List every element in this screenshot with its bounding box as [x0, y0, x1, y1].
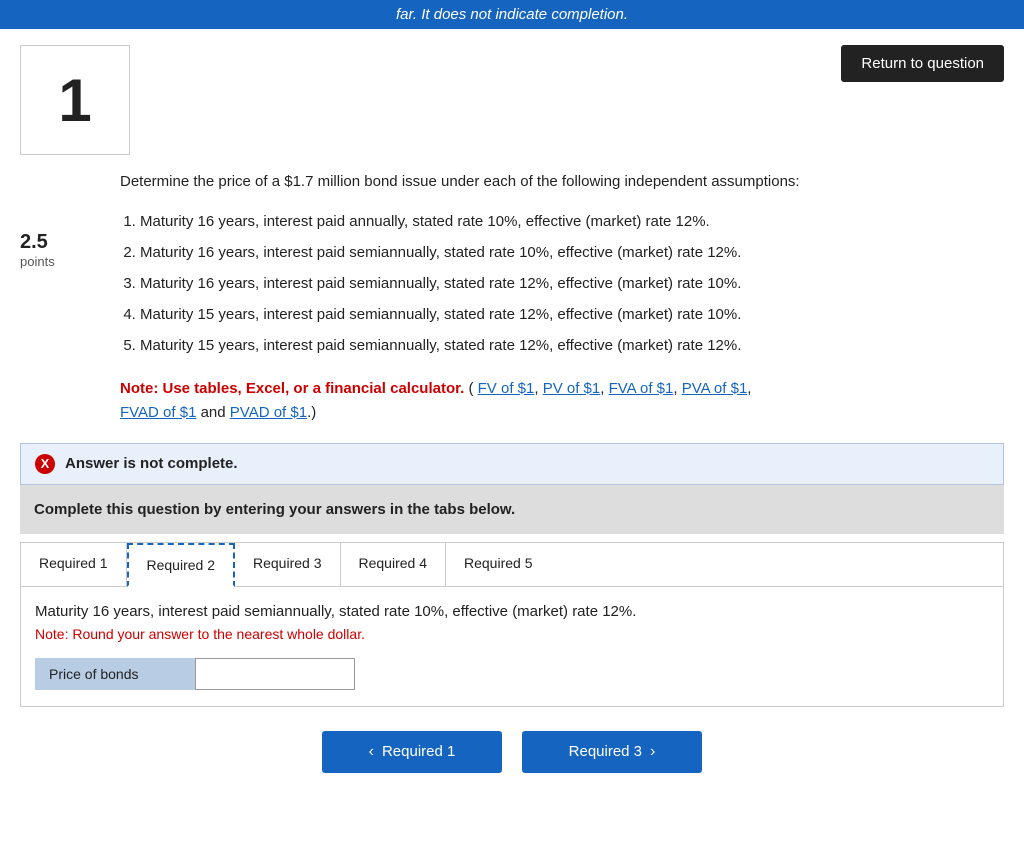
tab-content-note: Note: Round your answer to the nearest w…	[35, 626, 989, 642]
list-item: Maturity 15 years, interest paid semiann…	[140, 301, 1004, 328]
list-item: Maturity 15 years, interest paid semiann…	[140, 332, 1004, 359]
list-item: Maturity 16 years, interest paid annuall…	[140, 208, 1004, 235]
input-row: Price of bonds	[35, 658, 989, 690]
note-bold-text: Note: Use tables, Excel, or a financial …	[120, 380, 464, 397]
list-item: Maturity 16 years, interest paid semiann…	[140, 239, 1004, 266]
prev-button-label: Required 1	[382, 743, 455, 760]
fv-link[interactable]: FV of $1	[478, 380, 535, 397]
tab-required-2[interactable]: Required 2	[127, 543, 236, 587]
price-of-bonds-label: Price of bonds	[35, 658, 195, 690]
points-value: 2.5	[20, 231, 120, 254]
tab-required-3[interactable]: Required 3	[235, 543, 341, 586]
complete-instruction-box: Complete this question by entering your …	[20, 485, 1004, 534]
comma4: ,	[747, 380, 751, 397]
assumptions-list: Maturity 16 years, interest paid annuall…	[140, 208, 1004, 359]
tab-required-4[interactable]: Required 4	[341, 543, 447, 586]
top-bar-text: far. It does not indicate completion.	[396, 6, 628, 23]
comma3: ,	[673, 380, 681, 397]
tab-required-1[interactable]: Required 1	[21, 543, 127, 586]
pvad-link[interactable]: PVAD of $1	[230, 404, 307, 421]
list-item: Maturity 16 years, interest paid semiann…	[140, 270, 1004, 297]
answer-incomplete-text: Answer is not complete.	[65, 455, 238, 472]
return-to-question-button[interactable]: Return to question	[841, 45, 1004, 82]
prev-arrow-icon: ‹	[369, 743, 374, 761]
comma2: ,	[600, 380, 608, 397]
points-label: points	[20, 254, 120, 269]
question-body: 2.5 points Determine the price of a $1.7…	[20, 171, 1004, 425]
next-required-button[interactable]: Required 3 ›	[522, 731, 702, 773]
complete-instruction-text: Complete this question by entering your …	[34, 501, 515, 518]
and-text: and	[201, 404, 226, 421]
bottom-nav: ‹ Required 1 Required 3 ›	[20, 731, 1004, 773]
top-bar: far. It does not indicate completion.	[0, 0, 1024, 29]
question-number: 1	[58, 66, 91, 135]
question-intro: Determine the price of a $1.7 million bo…	[120, 171, 1004, 194]
paren-close: )	[311, 404, 316, 421]
question-number-box: 1	[20, 45, 130, 155]
note-section: Note: Use tables, Excel, or a financial …	[120, 377, 1004, 425]
fvad-link[interactable]: FVAD of $1	[120, 404, 196, 421]
fva-link[interactable]: FVA of $1	[609, 380, 674, 397]
comma1: ,	[534, 380, 542, 397]
answer-incomplete-icon: X	[35, 454, 55, 474]
pv-link[interactable]: PV of $1	[543, 380, 601, 397]
prev-required-button[interactable]: ‹ Required 1	[322, 731, 502, 773]
main-content: 1 Return to question 2.5 points Determin…	[0, 29, 1024, 793]
points-column: 2.5 points	[20, 231, 120, 425]
tabs-container: Required 1 Required 2 Required 3 Require…	[20, 542, 1004, 586]
question-text-column: Determine the price of a $1.7 million bo…	[120, 171, 1004, 425]
pva-link[interactable]: PVA of $1	[682, 380, 748, 397]
tab-content-description: Maturity 16 years, interest paid semiann…	[35, 603, 989, 620]
answer-banner: X Answer is not complete.	[20, 443, 1004, 485]
price-of-bonds-input[interactable]	[195, 658, 355, 690]
next-arrow-icon: ›	[650, 743, 655, 761]
note-paren-open: (	[468, 380, 473, 397]
header-row: 1 Return to question	[20, 45, 1004, 155]
tab-required-5[interactable]: Required 5	[446, 543, 551, 586]
next-button-label: Required 3	[569, 743, 642, 760]
tab-content-area: Maturity 16 years, interest paid semiann…	[20, 586, 1004, 707]
